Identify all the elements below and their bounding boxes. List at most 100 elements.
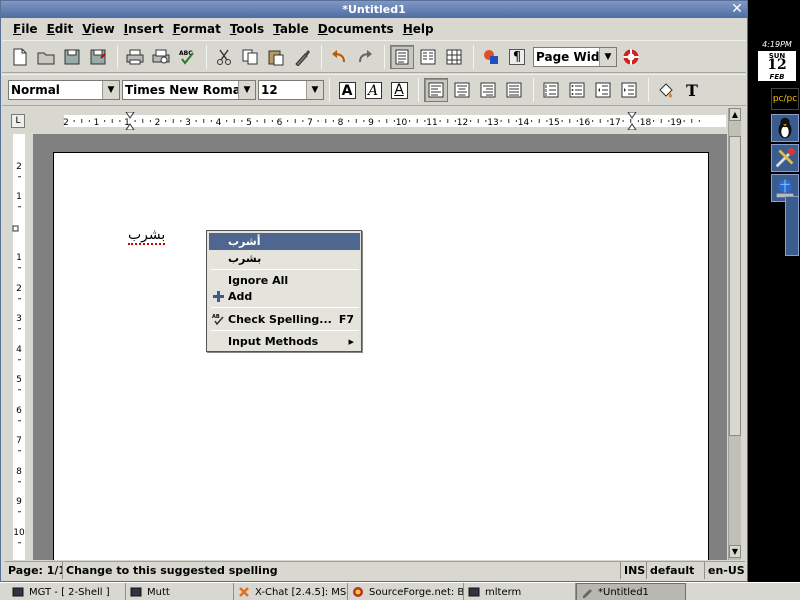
numbered-list-button[interactable] <box>539 78 563 102</box>
ruler-tick <box>668 120 670 122</box>
paste-button[interactable] <box>264 45 288 69</box>
task-label: *Untitled1 <box>598 586 649 598</box>
desktop: *Untitled1 ✕ File Edit View Insert Forma… <box>0 0 800 600</box>
spellcheck-icon: AB <box>212 314 224 326</box>
lifebuoy-icon <box>623 49 639 64</box>
chevron-down-icon[interactable]: ▼ <box>599 47 616 66</box>
dock-app-button[interactable] <box>771 144 799 172</box>
copy-button[interactable] <box>238 45 262 69</box>
scroll-thumb[interactable] <box>729 136 741 436</box>
ruler-tick <box>607 120 609 122</box>
decrease-indent-button[interactable] <box>591 78 615 102</box>
taskbar-item[interactable]: Mutt <box>126 583 234 600</box>
open-button[interactable] <box>34 45 58 69</box>
add-to-dictionary-item[interactable]: Add <box>209 288 360 305</box>
ruler-tick-label: 8 <box>16 467 22 477</box>
justify-button[interactable] <box>502 78 526 102</box>
menu-format[interactable]: Format <box>173 22 221 36</box>
cut-button[interactable] <box>212 45 236 69</box>
menu-view[interactable]: View <box>82 22 114 36</box>
bullet-list-button[interactable] <box>565 78 589 102</box>
chevron-down-icon[interactable]: ▼ <box>306 81 323 99</box>
spellcheck-button[interactable]: ABC <box>175 45 199 69</box>
redo-button[interactable] <box>353 45 377 69</box>
window-titlebar[interactable]: *Untitled1 ✕ <box>1 1 747 18</box>
taskbar-item[interactable]: mlterm <box>464 583 576 600</box>
table-view-button[interactable] <box>442 45 466 69</box>
scroll-up-arrow[interactable]: ▲ <box>729 108 741 121</box>
normal-view-icon <box>395 49 409 64</box>
italic-button[interactable]: A <box>361 78 385 102</box>
ruler-tick <box>439 120 441 122</box>
input-methods-item[interactable]: Input Methods ▸ <box>209 333 360 350</box>
ruler-tick-label: 4 <box>216 118 222 128</box>
bold-button[interactable]: A <box>335 78 359 102</box>
ruler-tick <box>447 119 449 123</box>
document-canvas[interactable]: بشرب <box>33 134 727 560</box>
style-select[interactable]: Normal ▼ <box>8 80 120 100</box>
clock-widget[interactable]: 4:19PM SUN 12 FEB <box>757 38 797 82</box>
menu-tools[interactable]: Tools <box>230 22 264 36</box>
suggestion-item[interactable]: أشرب <box>209 233 360 250</box>
increase-indent-button[interactable] <box>617 78 641 102</box>
insert-image-button[interactable] <box>479 45 503 69</box>
close-icon[interactable]: ✕ <box>730 2 744 16</box>
text-color-button[interactable]: T <box>680 78 704 102</box>
vertical-scrollbar[interactable]: ▲ ▼ <box>728 108 741 560</box>
ignore-all-item[interactable]: Ignore All <box>209 272 360 289</box>
save-as-button[interactable] <box>86 45 110 69</box>
ruler-tick <box>119 120 121 122</box>
font-select[interactable]: Times New Roman ▼ <box>122 80 256 100</box>
document-page[interactable]: بشرب <box>53 152 709 560</box>
menu-file[interactable]: File <box>13 22 38 36</box>
font-size-select[interactable]: 12 ▼ <box>258 80 324 100</box>
brush-icon <box>295 49 310 66</box>
chevron-down-icon[interactable]: ▼ <box>102 81 119 99</box>
align-center-button[interactable] <box>450 78 474 102</box>
align-right-button[interactable] <box>476 78 500 102</box>
horizontal-ruler[interactable]: 2 1 1 2 3 4 5 6 7 8 9 10 11 12 13 14 15 16 17 18 19 <box>54 112 726 130</box>
chevron-down-icon[interactable]: ▼ <box>238 81 255 99</box>
print-button[interactable] <box>123 45 147 69</box>
check-spelling-item[interactable]: AB Check Spelling... F7 <box>209 311 360 328</box>
underline-icon: A <box>390 81 408 99</box>
dock-app-button[interactable] <box>771 114 799 142</box>
ruler-tick <box>599 119 601 123</box>
vertical-ruler[interactable]: 2 1 1 2 3 4 5 6 7 8 9 10 <box>10 134 28 560</box>
highlight-color-button[interactable] <box>654 78 678 102</box>
scroll-down-arrow[interactable]: ▼ <box>729 545 741 558</box>
clock-month: FEB <box>769 73 785 81</box>
two-column-view-button[interactable] <box>416 45 440 69</box>
ruler-tick <box>18 481 21 483</box>
new-document-button[interactable] <box>8 45 32 69</box>
taskbar-item[interactable]: MGT - [ 2-Shell ] <box>8 583 126 600</box>
zoom-select[interactable]: Page Width ▼ <box>533 46 617 67</box>
suggestion-item[interactable]: بشرب <box>209 250 360 267</box>
tab-stop-selector[interactable]: L <box>11 114 25 128</box>
menu-help[interactable]: Help <box>403 22 434 36</box>
taskbar-item[interactable]: SourceForge.net: B <box>348 583 464 600</box>
menu-documents[interactable]: Documents <box>318 22 394 36</box>
misspelled-word[interactable]: بشرب <box>128 227 166 245</box>
save-button[interactable] <box>60 45 84 69</box>
ruler-tick-label: 2 <box>155 118 161 128</box>
show-formatting-button[interactable]: ¶ <box>505 45 529 69</box>
taskbar-item-active[interactable]: *Untitled1 <box>576 583 686 600</box>
normal-view-button[interactable] <box>390 44 414 69</box>
print-preview-button[interactable] <box>149 45 173 69</box>
margin-marker[interactable] <box>12 225 19 232</box>
dock-slider[interactable] <box>785 196 799 256</box>
underline-button[interactable]: A <box>387 78 411 102</box>
taskbar-item[interactable]: X-Chat [2.4.5]: MS <box>234 583 348 600</box>
menu-insert[interactable]: Insert <box>124 22 164 36</box>
scissors-icon <box>217 49 231 65</box>
ruler-tick-label: 4 <box>16 345 22 355</box>
menu-edit[interactable]: Edit <box>47 22 74 36</box>
help-button[interactable] <box>619 45 643 69</box>
format-painter-button[interactable] <box>290 45 314 69</box>
menu-table[interactable]: Table <box>273 22 309 36</box>
align-left-button[interactable] <box>424 78 448 102</box>
pager-label[interactable]: pc/pc <box>771 88 799 110</box>
undo-button[interactable] <box>327 45 351 69</box>
menubar: File Edit View Insert Format Tools Table… <box>2 19 746 39</box>
